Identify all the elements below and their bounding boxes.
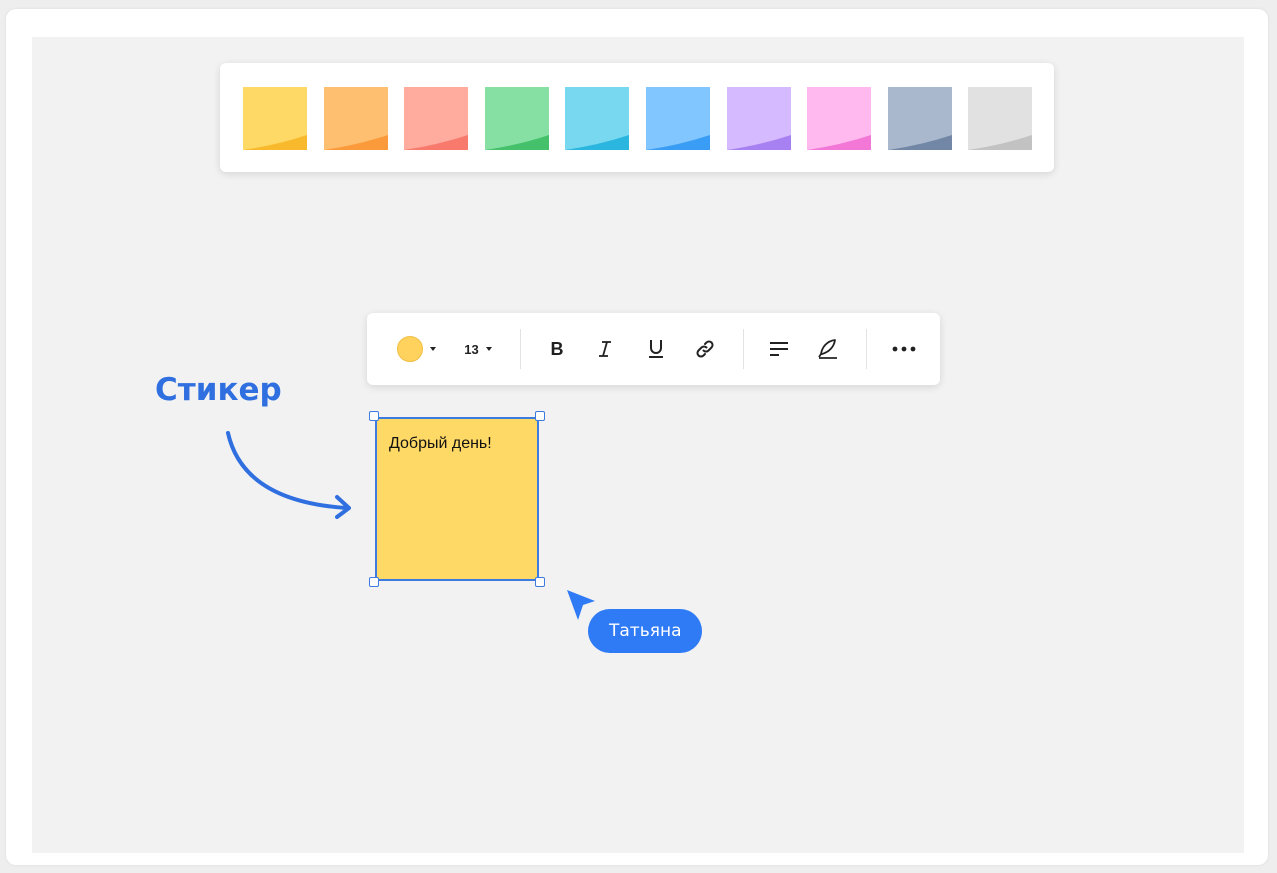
more-options-button[interactable] [887,333,921,365]
pen-button[interactable] [814,333,842,365]
color-picker-button[interactable] [391,333,441,365]
swatch-cyan[interactable] [565,87,630,150]
link-icon [696,340,714,358]
toolbar-divider [866,329,867,369]
swatch-coral[interactable] [404,87,469,150]
swatch-blue[interactable] [646,87,710,150]
resize-handle-bottom-left[interactable] [369,577,379,587]
align-icon [770,342,788,356]
swatch-pink[interactable] [807,87,872,150]
more-icon [892,346,916,352]
swatch-gray[interactable] [968,87,1033,150]
toolbar-divider [520,329,521,369]
sticky-note-text[interactable]: Добрый день! [389,435,492,453]
underline-icon [649,340,663,358]
bold-icon: B [550,338,564,359]
underline-button[interactable] [642,333,670,365]
sticky-note[interactable]: Добрый день! [375,417,539,581]
sticker-format-toolbar: 13 B [367,313,940,385]
align-button[interactable] [765,333,793,365]
bold-button[interactable]: B [543,333,571,365]
chevron-down-icon [429,347,436,351]
font-size-dropdown[interactable]: 13 [457,333,499,365]
swatch-yellow[interactable] [243,87,307,150]
font-size-value: 13 [464,341,479,357]
italic-icon [599,341,611,357]
swatch-orange[interactable] [323,87,388,150]
italic-button[interactable] [591,333,619,365]
sticker-color-palette [220,63,1054,172]
toolbar-divider [743,329,744,369]
link-button[interactable] [691,333,719,365]
pen-icon [818,339,837,359]
collaborator-name-badge: Татьяна [588,609,703,653]
resize-handle-top-left[interactable] [369,411,379,421]
color-picker-icon [396,336,423,362]
sticker-annotation-label: Стикер [155,372,282,408]
resize-handle-top-right[interactable] [535,411,545,421]
chevron-down-icon [485,347,492,351]
swatch-lavender[interactable] [726,87,791,150]
resize-handle-bottom-right[interactable] [535,577,545,587]
annotation-arrow-icon [226,431,351,519]
swatch-green[interactable] [484,87,549,150]
swatch-slate[interactable] [887,87,952,150]
